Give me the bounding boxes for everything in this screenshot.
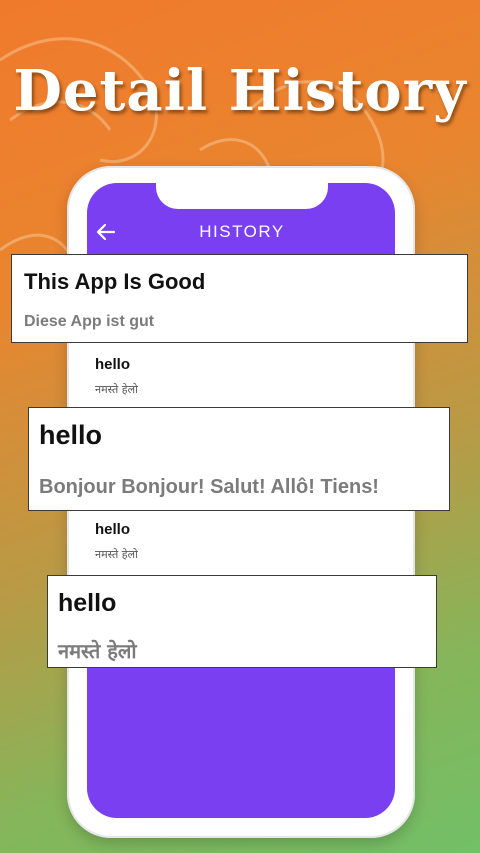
history-card[interactable]: This App Is Good Diese App ist gut [11, 254, 468, 343]
history-word: hello [39, 420, 103, 450]
history-word: hello [95, 521, 131, 538]
history-word: This App Is Good [24, 269, 206, 294]
history-word: hello [95, 356, 131, 373]
history-translation: नमस्ते हेलो [95, 548, 138, 561]
history-translation: Bonjour Bonjour! Salut! Allô! Tiens! [39, 476, 379, 498]
page-headline: Detail History [13, 58, 467, 124]
history-word: hello [58, 589, 117, 617]
history-translation: Diese App ist gut [24, 313, 155, 330]
history-card[interactable]: hello Bonjour Bonjour! Salut! Allô! Tien… [28, 407, 450, 511]
history-translation: नमस्ते हेलो [95, 383, 138, 396]
history-card[interactable]: hello नमस्ते हेलो [47, 575, 437, 668]
list-item[interactable]: hello नमस्ते हेलो [95, 521, 138, 562]
history-translation: नमस्ते हेलो [58, 639, 137, 663]
phone-notch [156, 183, 328, 209]
app-title: HISTORY [199, 222, 285, 241]
arrow-left-icon[interactable] [94, 220, 118, 244]
list-item[interactable]: hello नमस्ते हेलो [95, 356, 138, 397]
